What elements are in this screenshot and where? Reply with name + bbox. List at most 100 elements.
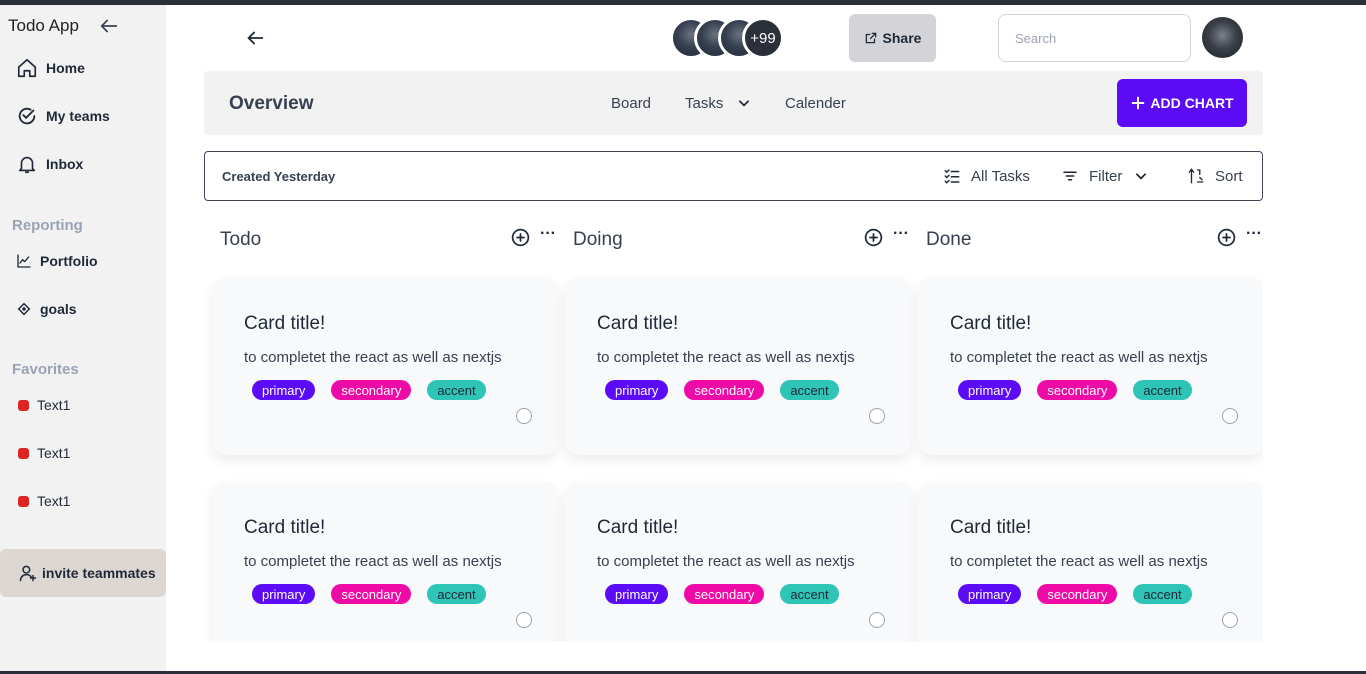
favorites-section-title: Favorites (12, 361, 79, 378)
badge-primary: primary (605, 380, 669, 400)
badge-primary: primary (252, 380, 316, 400)
add-chart-label: ADD CHART (1150, 95, 1234, 111)
all-tasks-button[interactable]: All Tasks (943, 167, 1030, 185)
check-circle-icon (18, 107, 36, 125)
add-chart-button[interactable]: ADD CHART (1117, 79, 1247, 127)
tab-board[interactable]: Board (611, 95, 651, 112)
badge-primary: primary (958, 584, 1022, 604)
favorite-label: Text1 (37, 445, 71, 461)
sort-icon (1188, 168, 1204, 184)
nav-label-inbox: Inbox (46, 156, 84, 172)
nav-item-home[interactable]: Home (16, 57, 85, 79)
back-arrow-icon[interactable] (244, 27, 266, 49)
card-description: to completet the react as well as nextjs (244, 553, 502, 570)
favorite-color-dot (18, 399, 29, 411)
card-description: to completet the react as well as nextjs (244, 349, 502, 366)
task-card[interactable]: Card title! to completet the react as we… (918, 277, 1263, 455)
created-filter-label[interactable]: Created Yesterday (222, 169, 335, 184)
app-title: Todo App (8, 16, 79, 35)
card-badges: primary secondary accent (958, 380, 1192, 400)
add-circle-icon[interactable] (863, 227, 884, 248)
card-title: Card title! (950, 517, 1032, 538)
task-card[interactable]: Card title! to completet the react as we… (212, 481, 558, 642)
invite-teammates-button[interactable]: invite teammates (0, 549, 166, 597)
card-description: to completet the react as well as nextjs (597, 553, 855, 570)
filter-label: Filter (1089, 167, 1123, 185)
nav-item-portfolio[interactable]: Portfolio (16, 253, 98, 269)
search-input[interactable] (998, 14, 1191, 62)
add-circle-icon[interactable] (510, 227, 531, 248)
chevron-down-icon (1136, 173, 1147, 180)
card-complete-radio[interactable] (1222, 408, 1238, 424)
board-area: Card title! to completet the react as we… (204, 270, 1263, 642)
reporting-section-title: Reporting (12, 217, 83, 234)
more-options-icon[interactable]: ··· (1246, 226, 1264, 247)
column-title-done: Done (926, 229, 972, 250)
badge-secondary: secondary (331, 380, 412, 400)
badge-accent: accent (427, 380, 486, 400)
nav-label-my-teams: My teams (46, 108, 110, 124)
card-complete-radio[interactable] (1222, 612, 1238, 628)
badge-accent: accent (1133, 584, 1192, 604)
nav-item-goals[interactable]: goals (16, 301, 77, 317)
task-card[interactable]: Card title! to completet the react as we… (565, 277, 911, 455)
team-avatars[interactable]: +99 (670, 17, 784, 59)
card-description: to completet the react as well as nextjs (950, 349, 1208, 366)
favorite-item[interactable]: Text1 (18, 445, 70, 461)
nav-item-my-teams[interactable]: My teams (16, 105, 110, 127)
badge-secondary: secondary (684, 380, 765, 400)
avatar-more-count: +99 (742, 17, 784, 59)
window-top-bar (0, 0, 1366, 5)
badge-secondary: secondary (331, 584, 412, 604)
card-badges: primary secondary accent (252, 584, 486, 604)
all-tasks-label: All Tasks (971, 167, 1030, 185)
card-title: Card title! (950, 313, 1032, 334)
page-title: Overview (229, 93, 314, 114)
badge-secondary: secondary (1037, 380, 1118, 400)
card-title: Card title! (597, 313, 679, 334)
nav-item-inbox[interactable]: Inbox (16, 153, 83, 175)
favorite-label: Text1 (37, 397, 71, 413)
invite-label: invite teammates (42, 565, 156, 581)
card-complete-radio[interactable] (516, 408, 532, 424)
tab-calender[interactable]: Calender (785, 95, 846, 112)
card-title: Card title! (244, 517, 326, 538)
collapse-arrow-icon[interactable] (98, 15, 120, 37)
overview-bar: Overview Board Tasks Calender ADD CHART (204, 71, 1263, 135)
tab-tasks[interactable]: Tasks (685, 95, 723, 112)
filter-button[interactable]: Filter (1061, 167, 1148, 185)
card-badges: primary secondary accent (605, 380, 839, 400)
sort-button[interactable]: Sort (1187, 167, 1243, 185)
share-button[interactable]: Share (849, 14, 936, 62)
card-complete-radio[interactable] (869, 612, 885, 628)
card-description: to completet the react as well as nextjs (950, 553, 1208, 570)
favorite-item[interactable]: Text1 (18, 493, 70, 509)
favorite-color-dot (18, 447, 29, 459)
more-options-icon[interactable]: ··· (540, 226, 558, 247)
share-label: Share (882, 30, 922, 46)
plus-icon (1132, 96, 1145, 110)
more-options-icon[interactable]: ··· (893, 226, 911, 247)
card-badges: primary secondary accent (252, 380, 486, 400)
target-icon (17, 302, 31, 316)
badge-primary: primary (605, 584, 669, 604)
badge-secondary: secondary (1037, 584, 1118, 604)
task-card[interactable]: Card title! to completet the react as we… (212, 277, 558, 455)
badge-accent: accent (1133, 380, 1192, 400)
bell-icon (18, 156, 36, 174)
filter-bar: Created Yesterday All Tasks Filter Sort (204, 151, 1263, 201)
card-description: to completet the react as well as nextjs (597, 349, 855, 366)
share-icon (865, 32, 876, 44)
card-complete-radio[interactable] (516, 612, 532, 628)
task-card[interactable]: Card title! to completet the react as we… (918, 481, 1263, 642)
card-badges: primary secondary accent (605, 584, 839, 604)
favorite-item[interactable]: Text1 (18, 397, 70, 413)
column-title-doing: Doing (573, 229, 623, 250)
badge-accent: accent (427, 584, 486, 604)
add-circle-icon[interactable] (1216, 227, 1237, 248)
task-card[interactable]: Card title! to completet the react as we… (565, 481, 911, 642)
nav-label-home: Home (46, 60, 85, 76)
user-avatar[interactable] (1202, 17, 1243, 58)
card-complete-radio[interactable] (869, 408, 885, 424)
chevron-down-icon[interactable] (737, 96, 751, 110)
